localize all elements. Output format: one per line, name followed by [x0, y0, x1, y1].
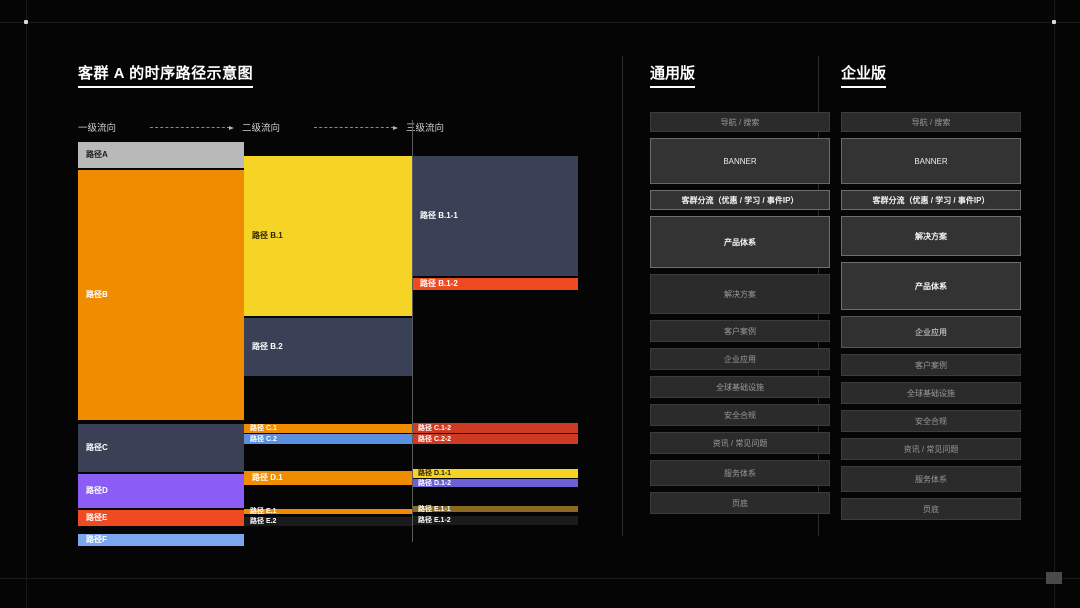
flow-block[interactable]: 路径 B.1	[244, 156, 412, 316]
wireframe-block[interactable]: BANNER	[841, 138, 1021, 184]
panel-title-general: 通用版	[650, 62, 695, 88]
wireframe-block[interactable]: 页底	[650, 492, 830, 514]
wireframe-block[interactable]: 安全合规	[841, 410, 1021, 432]
wireframe-block[interactable]: 导航 / 搜索	[650, 112, 830, 132]
flow-block[interactable]: 路径 C.1	[244, 424, 412, 433]
flow-block[interactable]: 路径 E.2	[244, 517, 412, 526]
wireframe-block[interactable]: 全球基础设施	[841, 382, 1021, 404]
stage-label-row: 一级流向 二级流向 三级流向	[78, 118, 578, 138]
wireframe-block[interactable]: 客户案例	[841, 354, 1021, 376]
flow-block[interactable]: 路径 D.1-1	[412, 469, 578, 478]
guide-line-vertical-right	[1054, 0, 1055, 608]
wireframe-block[interactable]: 解决方案	[650, 274, 830, 314]
flow-block-label: 路径A	[78, 151, 108, 159]
panel-list-general: 导航 / 搜索 BANNER 客群分流（优惠 / 学习 / 事件IP） 产品体系解决方…	[650, 112, 830, 520]
flow-block[interactable]: 路径A	[78, 142, 244, 168]
guide-dot-top-right	[1052, 20, 1056, 24]
wireframe-block[interactable]: 客群分流（优惠 / 学习 / 事件IP）	[650, 190, 830, 210]
wireframe-block[interactable]: 资讯 / 常见问题	[841, 438, 1021, 460]
wireframe-block[interactable]: 产品体系	[650, 216, 830, 268]
wireframe-block[interactable]: 全球基础设施	[650, 376, 830, 398]
wireframe-block[interactable]: 客户案例	[650, 320, 830, 342]
flow-block[interactable]: 路径 B.1-2	[412, 278, 578, 290]
flow-block-label: 路径B	[78, 291, 108, 299]
flow-block-label: 路径 C.2	[244, 436, 277, 443]
flow-block-label: 路径C	[78, 444, 108, 452]
flow-block[interactable]: 路径 B.2	[244, 318, 412, 376]
flow-column-3: 路径 B.1-1 路径 B.1-2 路径 C.1-2 路径 C.2-2 路径 D.1-1…	[412, 142, 578, 542]
wireframe-block[interactable]: 页底	[841, 498, 1021, 520]
diagram-title: 客群 A 的时序路径示意图	[78, 62, 253, 88]
stage-connector-1	[150, 127, 230, 129]
flow-block-label: 路径E	[78, 514, 107, 522]
column-divider	[412, 120, 413, 542]
flow-chart-body: 路径A路径B路径C路径D路径E路径F 路径 B.1路径 B.2路径 C.1路径 …	[78, 142, 578, 542]
flow-block[interactable]: 路径E	[78, 510, 244, 526]
flow-block[interactable]: 路径F	[78, 534, 244, 546]
flow-block[interactable]: 路径 C.2-2	[412, 434, 578, 444]
wireframe-block[interactable]: 服务体系	[650, 460, 830, 486]
stage-label-1: 一级流向	[78, 120, 116, 134]
stage-label-2: 二级流向	[242, 120, 280, 134]
guide-line-horizontal-bottom	[0, 578, 1080, 579]
flow-block-label: 路径 C.1-2	[412, 425, 451, 432]
flow-block-label: 路径 D.1	[244, 474, 283, 482]
guide-dot-top-left	[24, 20, 28, 24]
wireframe-block[interactable]: 安全合规	[650, 404, 830, 426]
flow-block[interactable]: 路径B	[78, 170, 244, 420]
flow-block[interactable]: 路径 E.1-1	[412, 506, 578, 512]
flow-block-label: 路径 B.1	[244, 232, 283, 240]
panel-title-enterprise: 企业版	[841, 62, 886, 88]
stage-connector-2	[314, 127, 394, 129]
panel-list-enterprise: 导航 / 搜索 BANNER 客群分流（优惠 / 学习 / 事件IP） 解决方案产品体…	[841, 112, 1021, 526]
flow-block-label: 路径 D.1-2	[412, 480, 451, 487]
flow-block-label: 路径 C.1	[244, 425, 277, 432]
wireframe-block[interactable]: 企业应用	[650, 348, 830, 370]
panel-separator-left	[622, 56, 623, 536]
flow-block[interactable]: 路径D	[78, 474, 244, 508]
flow-block-label: 路径F	[78, 536, 107, 544]
wireframe-block[interactable]: 客群分流（优惠 / 学习 / 事件IP）	[841, 190, 1021, 210]
flow-block[interactable]: 路径 C.1-2	[412, 423, 578, 433]
wireframe-block[interactable]: 资讯 / 常见问题	[650, 432, 830, 454]
wireframe-block[interactable]: 解决方案	[841, 216, 1021, 256]
wireframe-block[interactable]: 服务体系	[841, 466, 1021, 492]
flow-column-1: 路径A 路径B 路径C 路径D 路径E 路径F	[78, 142, 244, 542]
flow-block[interactable]: 路径C	[78, 424, 244, 472]
wireframe-block[interactable]: 产品体系	[841, 262, 1021, 310]
flow-block-label: 路径 E.1-1	[412, 506, 451, 513]
flow-block-label: 路径 B.1-2	[412, 280, 458, 288]
guide-line-vertical-left	[26, 0, 27, 608]
flow-block[interactable]: 路径 E.1	[244, 509, 412, 514]
flow-block[interactable]: 路径 D.1	[244, 471, 412, 485]
flow-block-label: 路径 E.2	[244, 518, 276, 525]
flow-block-label: 路径 B.1-1	[412, 212, 458, 220]
wireframe-block[interactable]: BANNER	[650, 138, 830, 184]
wireframe-panel-general: 通用版 导航 / 搜索BANNER客群分流（优惠 / 学习 / 事件IP）产品体…	[650, 62, 830, 88]
flow-block[interactable]: 路径 E.1-2	[412, 516, 578, 525]
resize-handle-bottom-right[interactable]	[1046, 572, 1062, 584]
flow-block-label: 路径 B.2	[244, 343, 283, 351]
flow-block-label: 路径 C.2-2	[412, 436, 451, 443]
wireframe-block[interactable]: 企业应用	[841, 316, 1021, 348]
flow-block-label: 路径D	[78, 487, 108, 495]
flow-column-2: 路径 B.1 路径 B.2 路径 C.1 路径 C.2 路径 D.1 路径 E.1 路径 E…	[244, 142, 412, 542]
sequence-path-diagram: 客群 A 的时序路径示意图 一级流向 二级流向 三级流向 路径A路径B路径C路径…	[78, 62, 578, 88]
flow-block[interactable]: 路径 C.2	[244, 434, 412, 444]
flow-block[interactable]: 路径 B.1-1	[412, 156, 578, 276]
wireframe-panel-enterprise: 企业版 导航 / 搜索BANNER客群分流（优惠 / 学习 / 事件IP）解决方…	[841, 62, 1021, 88]
flow-block-label: 路径 D.1-1	[412, 470, 451, 477]
flow-block-label: 路径 E.1	[244, 508, 276, 515]
wireframe-block[interactable]: 导航 / 搜索	[841, 112, 1021, 132]
flow-block-label: 路径 E.1-2	[412, 517, 451, 524]
flow-block[interactable]: 路径 D.1-2	[412, 479, 578, 487]
guide-line-horizontal-top	[0, 22, 1080, 23]
